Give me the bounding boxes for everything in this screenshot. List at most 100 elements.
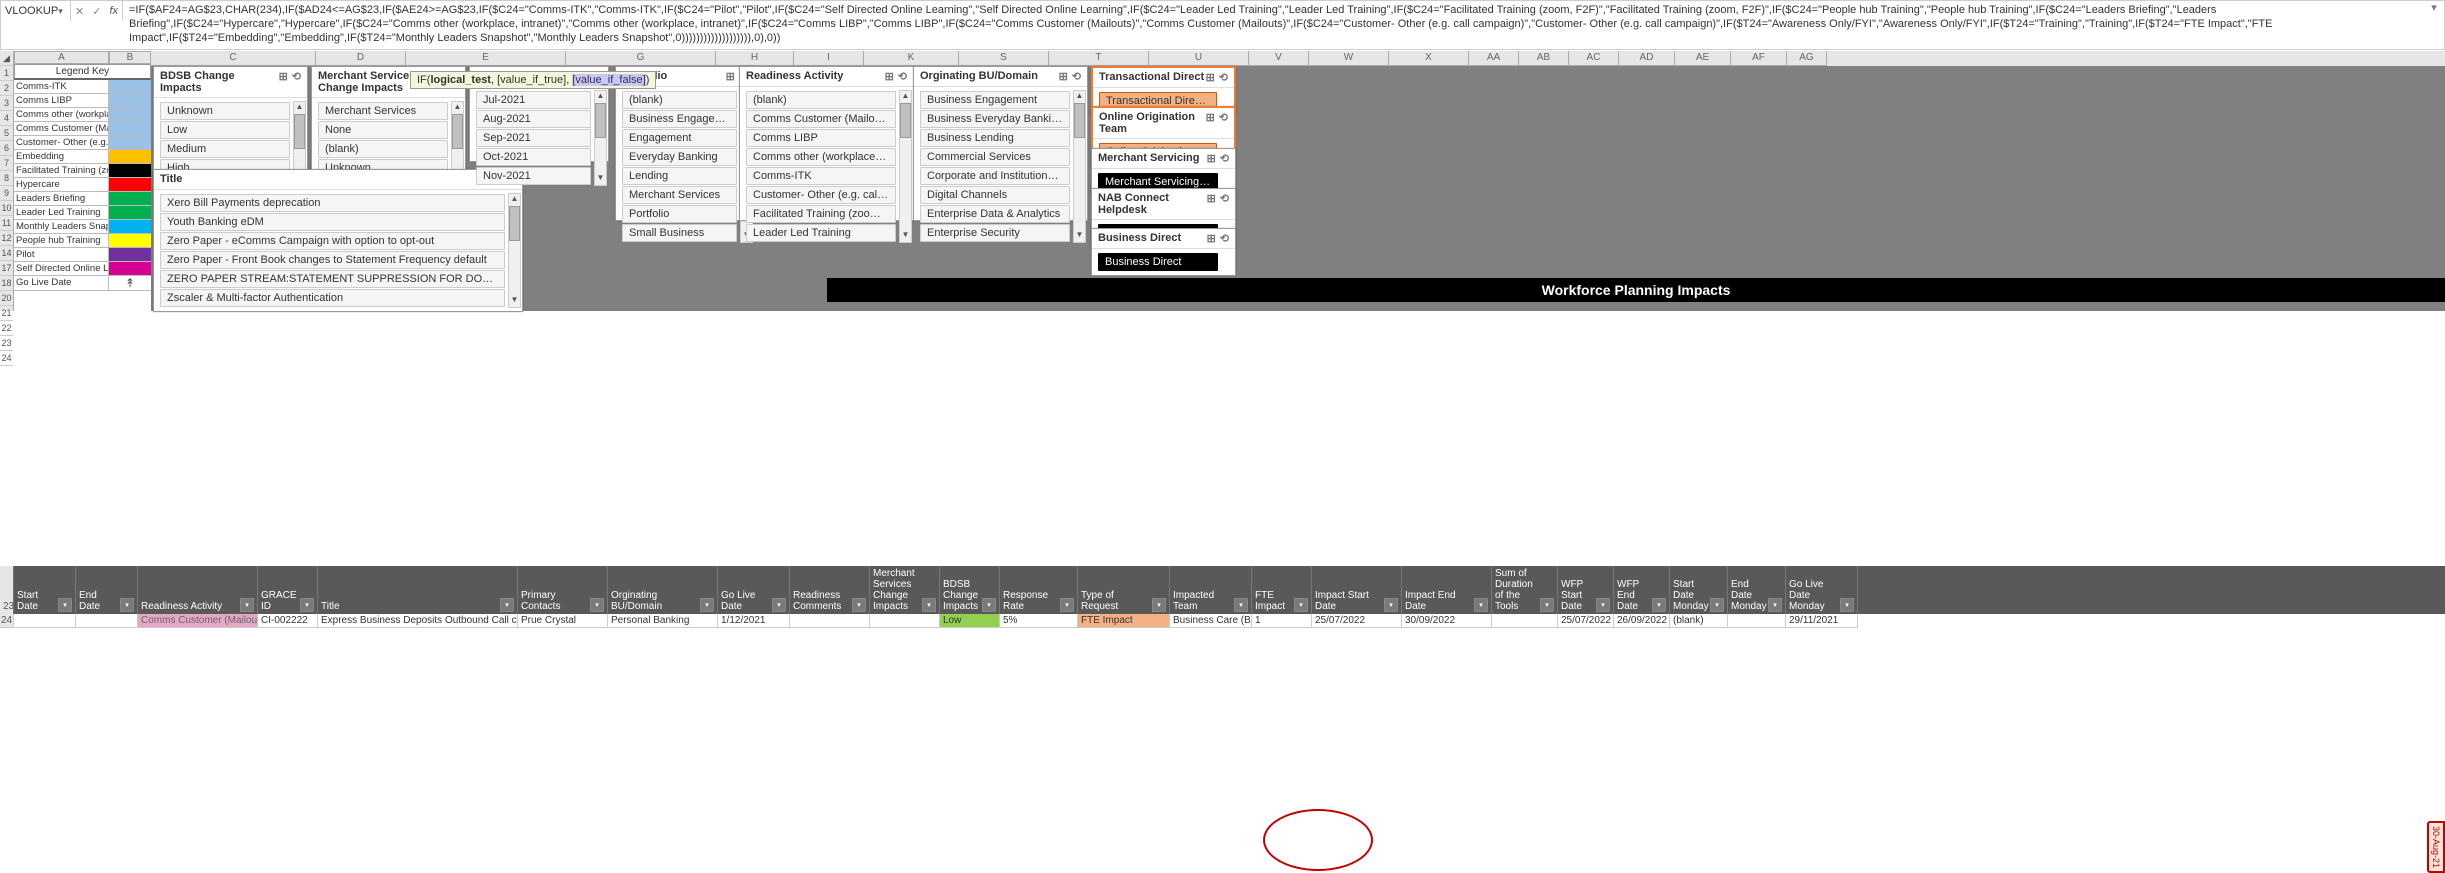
col-header[interactable]: K (864, 51, 959, 66)
clear-filter-icon[interactable]: ⟲ (898, 70, 907, 83)
table-header[interactable]: End Date Monday▾ (1728, 566, 1786, 614)
filter-icon[interactable]: ▾ (1060, 598, 1074, 612)
table-cell[interactable] (1728, 614, 1786, 628)
slicer-item[interactable]: Merchant Services (318, 102, 448, 120)
row-header[interactable]: 23 (0, 566, 14, 614)
filter-icon[interactable]: ▾ (772, 598, 786, 612)
scroll-up-icon[interactable]: ▲ (294, 102, 305, 114)
slicer-item[interactable]: None (318, 121, 448, 139)
slicer-item[interactable]: Xero Bill Payments deprecation (160, 194, 505, 212)
slicer-item[interactable]: Comms Customer (Mailouts) (746, 110, 896, 128)
col-header[interactable]: D (316, 51, 406, 66)
row-header[interactable]: 12 (0, 231, 13, 246)
row-header[interactable]: 18 (0, 276, 13, 291)
filter-icon[interactable]: ▾ (1540, 598, 1554, 612)
slicer-item[interactable]: ZERO PAPER STREAM:STATEMENT SUPPRESSION … (160, 270, 505, 288)
table-cell[interactable]: Low (940, 614, 1000, 628)
table-cell[interactable] (76, 614, 138, 628)
table-header[interactable]: BDSB Change Impacts▾ (940, 566, 1000, 614)
row-header[interactable]: 20 (0, 291, 13, 306)
scroll-down-icon[interactable]: ▼ (509, 295, 520, 307)
table-cell[interactable]: Prue Crystal (518, 614, 608, 628)
col-header[interactable]: AB (1519, 51, 1569, 66)
table-header[interactable]: Primary Contacts▾ (518, 566, 608, 614)
slicer-portfolio[interactable]: Portfolio ⊞ ⟲ (blank)Business Engagement… (615, 66, 755, 221)
slicer-item[interactable]: Zero Paper - eComms Campaign with option… (160, 232, 505, 250)
table-header[interactable]: Impacted Team▾ (1170, 566, 1252, 614)
slicer-item[interactable]: Leader Led Training (746, 224, 896, 242)
slicer-orig-bu[interactable]: Orginating BU/Domain ⊞ ⟲ Business Engage… (913, 66, 1088, 221)
table-header[interactable]: WFP End Date▾ (1614, 566, 1670, 614)
col-header[interactable]: V (1249, 51, 1309, 66)
date-tab[interactable]: 30-Aug-21 (2427, 821, 2445, 873)
scroll-down-icon[interactable]: ▼ (1074, 230, 1085, 242)
filter-icon[interactable]: ▾ (982, 598, 996, 612)
slicer-item[interactable]: Business Everyday Banking (920, 110, 1070, 128)
clear-filter-icon[interactable]: ⟲ (1219, 71, 1228, 84)
multi-select-icon[interactable]: ⊞ (885, 70, 894, 83)
slicer-item[interactable]: Business Direct (1098, 253, 1218, 271)
slicer-item[interactable]: Commercial Services (920, 148, 1070, 166)
col-header[interactable]: I (794, 51, 864, 66)
row-header[interactable]: 23 (0, 336, 13, 351)
slicer-item[interactable]: Comms other (workplace, intranet) (746, 148, 896, 166)
col-header[interactable]: U (1149, 51, 1249, 66)
scroll-thumb[interactable] (900, 103, 911, 138)
scroll-down-icon[interactable]: ▼ (900, 230, 911, 242)
slicer-title[interactable]: Title ⊞ ⟲ Xero Bill Payments deprecation… (153, 169, 523, 312)
table-header[interactable]: Impact End Date▾ (1402, 566, 1492, 614)
slicer-readiness-activity[interactable]: Readiness Activity ⊞ ⟲ (blank)Comms Cust… (739, 66, 914, 221)
clear-filter-icon[interactable]: ⟲ (292, 70, 301, 94)
slicer-item[interactable]: Engagement (622, 129, 737, 147)
row-header[interactable]: 3 (0, 96, 13, 111)
col-header[interactable]: AC (1569, 51, 1619, 66)
row-header[interactable]: 11 (0, 216, 13, 231)
scroll-thumb[interactable] (509, 206, 520, 241)
table-header[interactable]: End Date▾ (76, 566, 138, 614)
table-cell[interactable]: 30/09/2022 (1402, 614, 1492, 628)
row-header[interactable]: 5 (0, 126, 13, 141)
name-box[interactable]: VLOOKUP ▾ (1, 1, 71, 21)
scroll-thumb[interactable] (595, 103, 606, 138)
table-cell[interactable]: 1/12/2021 (718, 614, 790, 628)
row-header[interactable]: 2 (0, 81, 13, 96)
col-header[interactable]: AF (1731, 51, 1787, 66)
table-header[interactable]: Readiness Activity▾ (138, 566, 258, 614)
row-header[interactable]: 24 (0, 351, 13, 366)
table-cell[interactable]: Express Business Deposits Outbound Call … (318, 614, 518, 628)
slicer-item[interactable]: Business Engagement (622, 110, 737, 128)
multi-select-icon[interactable]: ⊞ (1206, 111, 1215, 135)
name-box-dropdown-icon[interactable]: ▾ (58, 6, 66, 17)
slicer-item[interactable]: Unknown (160, 102, 290, 120)
filter-icon[interactable]: ▾ (1768, 598, 1782, 612)
col-header[interactable]: AG (1787, 51, 1827, 66)
scroll-down-icon[interactable]: ▼ (595, 173, 606, 185)
slicer-item[interactable]: Enterprise Data & Analytics (920, 205, 1070, 223)
table-header[interactable]: Sum of Duration of the Tools▾ (1492, 566, 1558, 614)
filter-icon[interactable]: ▾ (1710, 598, 1724, 612)
table-cell[interactable] (14, 614, 76, 628)
table-header[interactable]: Orginating BU/Domain▾ (608, 566, 718, 614)
table-cell[interactable]: Business Care (B (1170, 614, 1252, 628)
col-header[interactable]: AD (1619, 51, 1675, 66)
table-header[interactable]: FTE Impact▾ (1252, 566, 1312, 614)
table-cell[interactable]: 25/07/2022 (1558, 614, 1614, 628)
scroll-up-icon[interactable]: ▲ (595, 91, 606, 103)
row-header[interactable]: 1 (0, 66, 13, 81)
multi-select-icon[interactable]: ⊞ (726, 70, 735, 83)
filter-icon[interactable]: ▾ (300, 598, 314, 612)
slicer-item[interactable]: Corporate and Institutional ... (920, 167, 1070, 185)
row-header[interactable]: 14 (0, 246, 13, 261)
slicer-item[interactable]: Zscaler & Multi-factor Authentication (160, 289, 505, 307)
col-header[interactable]: X (1389, 51, 1469, 66)
multi-select-icon[interactable]: ⊞ (1206, 71, 1215, 84)
filter-icon[interactable]: ▾ (1840, 598, 1854, 612)
clear-filter-icon[interactable]: ⟲ (1220, 192, 1229, 216)
slicer-item[interactable]: Small Business (622, 224, 737, 242)
slicer-item[interactable]: Portfolio (622, 205, 737, 223)
filter-icon[interactable]: ▾ (1652, 598, 1666, 612)
slicer-item[interactable]: Sep-2021 (476, 129, 591, 147)
slicer-item[interactable]: Zero Paper - Front Book changes to State… (160, 251, 505, 269)
multi-select-icon[interactable]: ⊞ (1059, 70, 1068, 83)
table-cell[interactable]: (blank) (1670, 614, 1728, 628)
